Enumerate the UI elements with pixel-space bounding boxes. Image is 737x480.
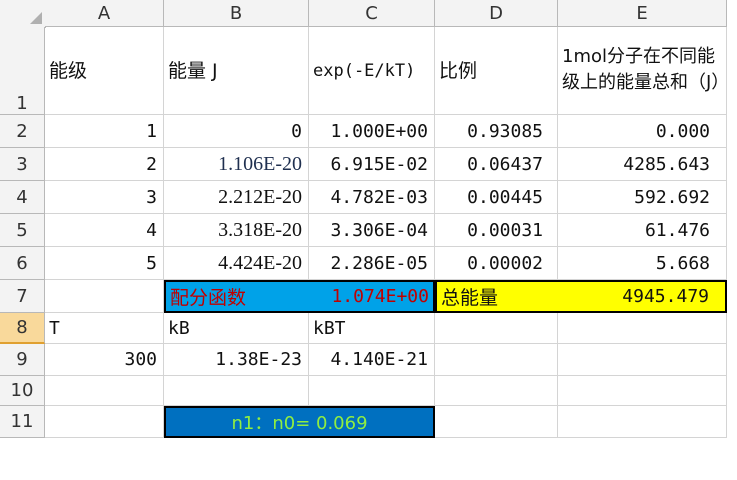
ratio-text: n1：n0= 0.069 [231, 413, 368, 434]
cell-e10[interactable] [558, 376, 727, 406]
cell-a1[interactable]: 能级 [45, 27, 164, 115]
cell-b2[interactable]: 0 [164, 115, 309, 148]
cell-c4[interactable]: 4.782E-03 [309, 181, 435, 214]
cell-a5[interactable]: 4 [45, 214, 164, 247]
cell-b4[interactable]: 2.212E-20 [164, 181, 309, 214]
row-header-8[interactable]: 8 [0, 313, 45, 344]
column-header-d[interactable]: D [435, 0, 558, 27]
cell-e8[interactable] [558, 313, 727, 344]
cell-e2[interactable]: 0.000 [558, 115, 727, 148]
cell-a7[interactable] [45, 280, 164, 313]
ratio-box[interactable]: n1：n0= 0.069 [164, 406, 435, 438]
cell-c3[interactable]: 6.915E-02 [309, 148, 435, 181]
cell-a10[interactable] [45, 376, 164, 406]
cell-c5[interactable]: 3.306E-04 [309, 214, 435, 247]
cell-e1[interactable]: 1mol分子在不同能级上的能量总和（J） [558, 27, 729, 115]
row-header-2[interactable]: 2 [0, 115, 45, 148]
cell-e4[interactable]: 592.692 [558, 181, 727, 214]
cell-b1[interactable]: 能量 J [164, 27, 309, 115]
cell-d8[interactable] [435, 313, 558, 344]
partition-function-label: 配分函数 [170, 287, 247, 309]
cell-e6[interactable]: 5.668 [558, 247, 727, 280]
cell-b10[interactable] [164, 376, 309, 406]
cell-a4[interactable]: 3 [45, 181, 164, 214]
cell-c9[interactable]: 4.140E-21 [309, 344, 435, 376]
select-all-corner[interactable] [0, 0, 46, 28]
cell-a9[interactable]: 300 [45, 344, 164, 376]
total-energy-value: 4945.479 [622, 286, 709, 307]
cell-c10[interactable] [309, 376, 435, 406]
cell-a3[interactable]: 2 [45, 148, 164, 181]
row-header-9[interactable]: 9 [0, 344, 45, 376]
cell-b3[interactable]: 1.106E-20 [164, 148, 309, 181]
cell-c8[interactable]: kBT [309, 313, 435, 344]
cell-e5[interactable]: 61.476 [558, 214, 727, 247]
column-header-c[interactable]: C [309, 0, 435, 27]
row-header-11[interactable]: 11 [0, 406, 45, 438]
cell-c2[interactable]: 1.000E+00 [309, 115, 435, 148]
cell-d5[interactable]: 0.00031 [435, 214, 558, 247]
cell-d4[interactable]: 0.00445 [435, 181, 558, 214]
row-header-4[interactable]: 4 [0, 181, 45, 214]
cell-a2[interactable]: 1 [45, 115, 164, 148]
cell-c6[interactable]: 2.286E-05 [309, 247, 435, 280]
cell-d2[interactable]: 0.93085 [435, 115, 558, 148]
column-header-a[interactable]: A [45, 0, 164, 27]
cell-b8[interactable]: kB [164, 313, 309, 344]
cell-d11[interactable] [435, 406, 558, 438]
row-header-10[interactable]: 10 [0, 376, 45, 406]
column-header-b[interactable]: B [164, 0, 309, 27]
row-header-1[interactable]: 1 [0, 27, 45, 115]
cell-b6[interactable]: 4.424E-20 [164, 247, 309, 280]
row-header-6[interactable]: 6 [0, 247, 45, 280]
row-header-7[interactable]: 7 [0, 280, 45, 313]
cell-a6[interactable]: 5 [45, 247, 164, 280]
cell-d9[interactable] [435, 344, 558, 376]
column-header-e[interactable]: E [558, 0, 727, 27]
cell-d1[interactable]: 比例 [435, 27, 558, 115]
cell-c1[interactable]: exp(-E/kT) [309, 27, 435, 115]
cell-a8[interactable]: T [45, 313, 164, 344]
row-header-3[interactable]: 3 [0, 148, 45, 181]
partition-function-value: 1.074E+00 [331, 286, 429, 307]
cell-e3[interactable]: 4285.643 [558, 148, 727, 181]
cell-b9[interactable]: 1.38E-23 [164, 344, 309, 376]
total-energy-box[interactable]: 总能量 4945.479 [435, 280, 727, 313]
cell-d10[interactable] [435, 376, 558, 406]
cell-d3[interactable]: 0.06437 [435, 148, 558, 181]
cell-e11[interactable] [558, 406, 727, 438]
cell-e9[interactable] [558, 344, 727, 376]
row-header-5[interactable]: 5 [0, 214, 45, 247]
partition-function-box[interactable]: 配分函数 1.074E+00 [164, 280, 435, 313]
total-energy-label: 总能量 [441, 287, 499, 309]
cell-b5[interactable]: 3.318E-20 [164, 214, 309, 247]
cell-d6[interactable]: 0.00002 [435, 247, 558, 280]
cell-a11[interactable] [45, 406, 164, 438]
